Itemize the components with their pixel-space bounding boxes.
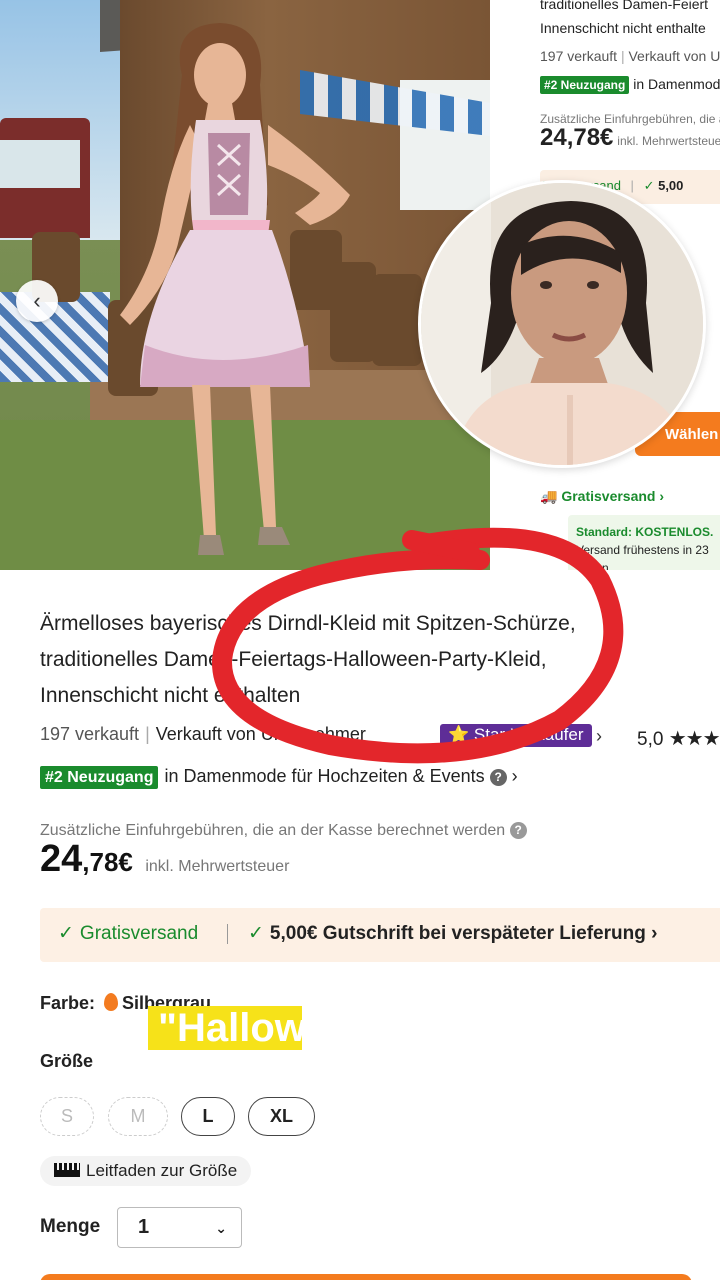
quantity-value: 1 — [138, 1216, 150, 1238]
side-title-line1: traditionelles Damen-Feiert — [540, 0, 709, 12]
seller-link[interactable]: Verkauft von Unternehmer — [156, 724, 366, 744]
sold-count: 197 verkauft — [40, 724, 140, 744]
image-van-window — [0, 140, 80, 188]
choose-button-label: Wählen — [665, 426, 719, 443]
side-rank-row: #2 Neuzugang in Damenmode — [540, 76, 720, 94]
size-option-xl[interactable]: XL — [248, 1097, 315, 1136]
size-label: Größe — [40, 1051, 94, 1071]
rank-row[interactable]: #2 Neuzugang in Damenmode für Hochzeiten … — [40, 766, 518, 789]
price-main: 24 — [40, 838, 83, 880]
side-standard-box: Standard: KOSTENLOS. Versand frühestens … — [568, 515, 720, 570]
side-standard-label: Standard: KOSTENLOS. — [576, 525, 714, 539]
chevron-right-icon: › — [511, 766, 518, 786]
rating-value: 5,0 — [637, 729, 664, 750]
side-title-line2: Innenschicht nicht enthalte — [540, 20, 706, 36]
free-shipping: ✓ Gratisversand — [58, 922, 198, 945]
rank-badge: #2 Neuzugang — [40, 766, 159, 789]
flame-icon — [104, 993, 119, 1011]
price-tax: inkl. Mehrwertsteuer — [145, 858, 290, 875]
chevron-left-icon: ‹ — [33, 288, 41, 313]
side-standard-text2: Tagen — [576, 561, 609, 570]
size-option-m[interactable]: M — [108, 1097, 168, 1136]
size-option-s[interactable]: S — [40, 1097, 94, 1136]
quantity-select[interactable]: 1 ⌄ — [117, 1207, 242, 1248]
chevron-right-icon: › — [659, 488, 665, 504]
sold-row: 197 verkauft | Verkauft von Unternehmer — [40, 724, 720, 745]
presenter-video — [421, 183, 703, 465]
size-option-l[interactable]: L — [181, 1097, 235, 1136]
product-image[interactable]: ‹ — [0, 0, 490, 570]
chevron-down-icon: ⌄ — [215, 1220, 227, 1236]
size-guide-button[interactable]: Leitfaden zur Größe — [40, 1156, 252, 1186]
check-icon: ✓ — [248, 923, 264, 944]
help-icon[interactable]: ? — [489, 769, 507, 786]
previous-image-button[interactable]: ‹ — [16, 280, 58, 322]
divider — [227, 924, 228, 944]
ruler-icon — [54, 1163, 80, 1177]
side-sold-count: 197 verkauft — [540, 48, 618, 64]
side-credit: 5,00 — [658, 178, 684, 193]
add-to-cart-button[interactable] — [40, 1274, 692, 1280]
color-label: Farbe: — [40, 993, 96, 1013]
quantity-label: Menge — [40, 1216, 101, 1237]
model-figure — [120, 23, 350, 555]
side-price-row: 24,78€ inkl. Mehrwertsteuer — [540, 124, 720, 152]
late-credit-label: 5,00€ Gutschrift bei verspäteter Lieferu… — [269, 923, 646, 944]
side-price-tax: inkl. Mehrwertsteuer — [617, 134, 720, 148]
side-rank-badge: #2 Neuzugang — [540, 76, 630, 94]
product-title: Ärmelloses bayerisches Dirndl-Kleid mit … — [40, 612, 576, 707]
side-shipping-link[interactable]: 🚚 Gratisversand › — [540, 488, 664, 505]
side-seller[interactable]: Verkauft von Un — [628, 48, 720, 64]
star-seller-icon: ⭐ — [448, 725, 470, 744]
shipping-bar[interactable]: ✓ Gratisversand ✓ 5,00€ Gutschrift bei ver… — [40, 908, 720, 962]
video-caption: "Hallow — [148, 1006, 302, 1050]
separator: | — [145, 724, 150, 744]
side-shipping-link-label: Gratisversand — [561, 488, 656, 504]
star-seller-label: Star-Verkäufer — [473, 725, 584, 744]
webcam-overlay — [418, 180, 706, 468]
late-delivery-credit: ✓ 5,00€ Gutschrift bei verspäteter Liefer… — [248, 922, 657, 945]
check-icon: ✓ — [643, 178, 655, 193]
chevron-right-icon: › — [651, 923, 658, 944]
import-note-text: Zusätzliche Einfuhrgebühren, die an der … — [40, 822, 506, 839]
rating[interactable]: 5,0 ★★★ — [637, 726, 720, 751]
price: 24,78€ inkl. Mehrwertsteuer — [40, 838, 289, 881]
star-rating-icon: ★★★ — [668, 728, 720, 750]
truck-icon: 🚚 — [540, 488, 558, 504]
star-seller-badge[interactable]: ⭐ Star-Verkäufer — [440, 724, 592, 747]
side-sold-row: 197 verkauft | Verkauft von Un — [540, 48, 720, 64]
size-guide-label: Leitfaden zur Größe — [86, 1161, 238, 1180]
side-rank-text[interactable]: in Damenmode — [633, 76, 720, 92]
help-icon[interactable]: ? — [509, 822, 527, 839]
side-price: 24,78€ — [540, 124, 614, 151]
rank-text: in Damenmode für Hochzeiten & Events — [164, 766, 485, 786]
chevron-right-icon[interactable]: › — [596, 726, 602, 747]
check-icon: ✓ — [58, 923, 74, 944]
side-standard-text: Versand frühestens in 23 — [576, 543, 709, 557]
free-shipping-label: Gratisversand — [79, 923, 199, 944]
price-cents: ,78€ — [82, 847, 133, 877]
